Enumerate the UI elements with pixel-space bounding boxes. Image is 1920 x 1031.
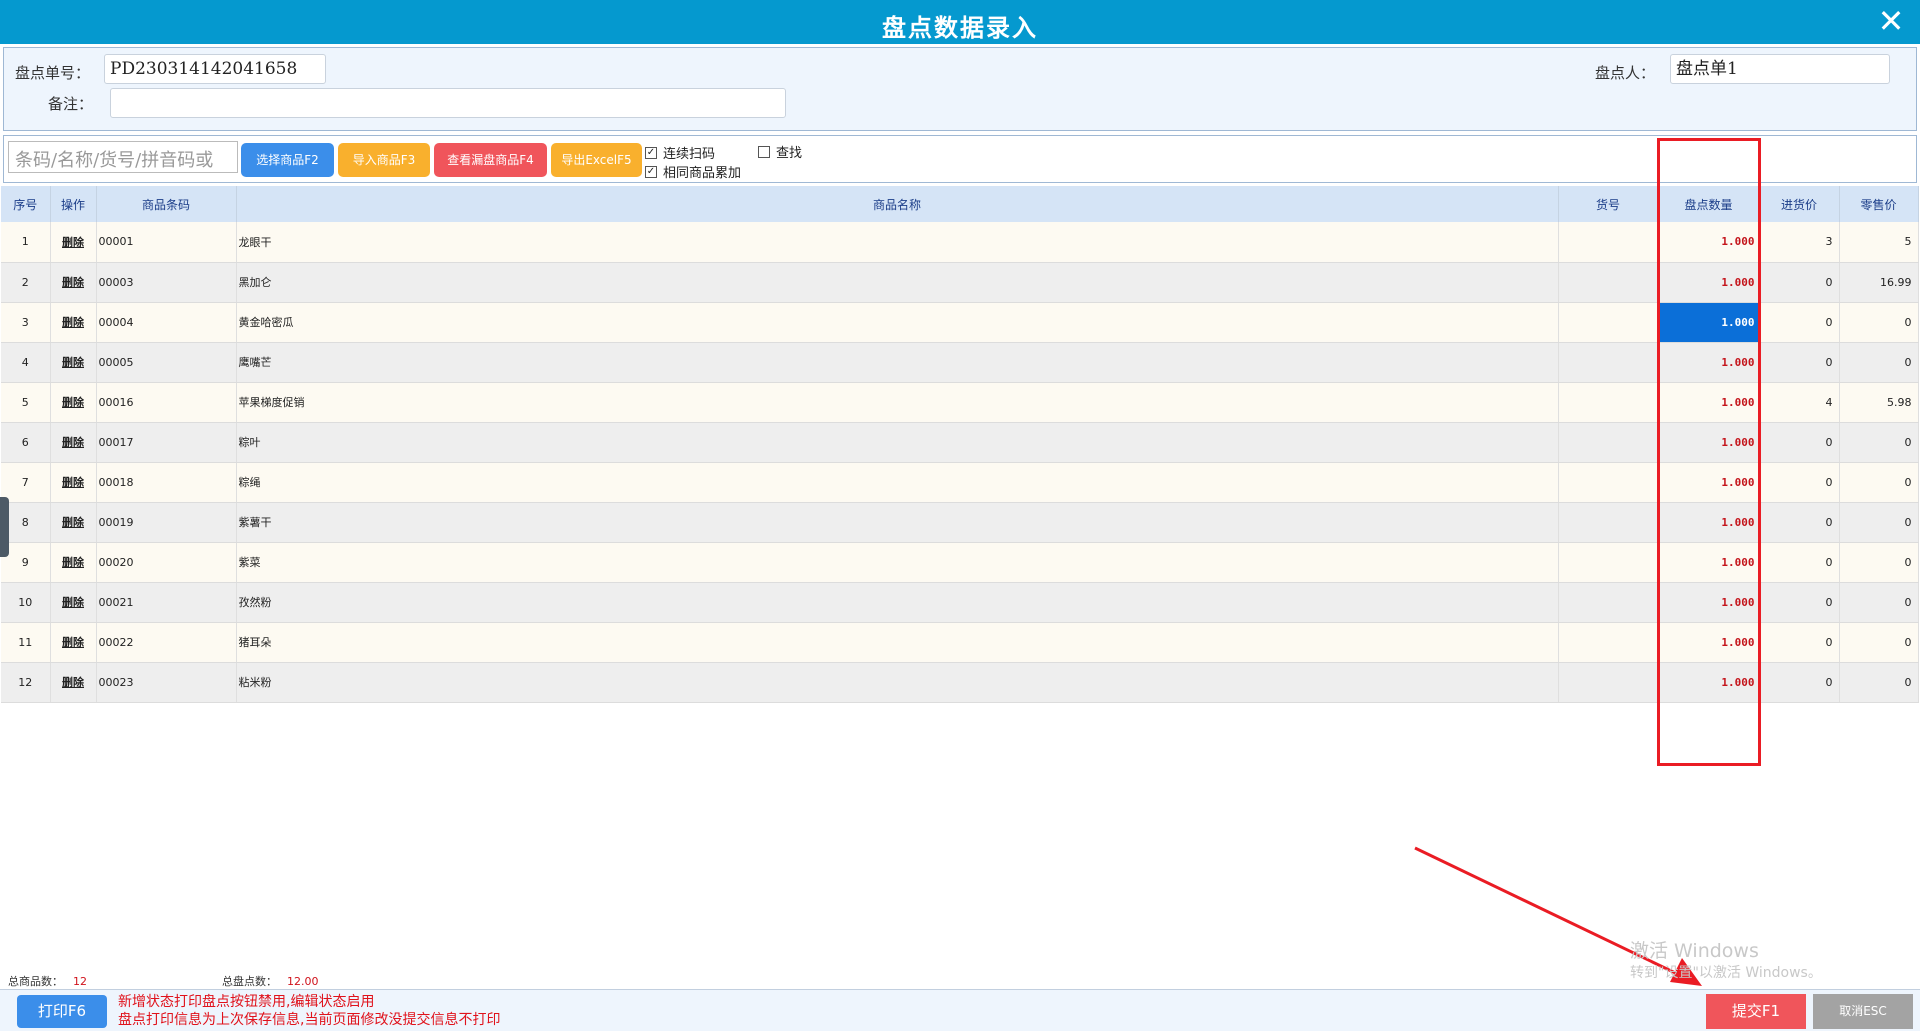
footer-bar: 打印F6 新增状态打印盘点按钮禁用,编辑状态启用 盘点打印信息为上次保存信息,当… [0,989,1920,1031]
annotation-arrow [1414,846,1702,986]
note-line-1: 新增状态打印盘点按钮禁用,编辑状态启用 [118,994,375,1010]
note-line-2: 盘点打印信息为上次保存信息,当前页面修改没提交信息不打印 [118,1012,501,1028]
total-count-value: 12.00 [287,975,319,988]
footer-notes: 新增状态打印盘点按钮禁用,编辑状态启用 盘点打印信息为上次保存信息,当前页面修改… [118,993,500,1029]
watermark-line1: 激活 Windows [1630,940,1759,962]
side-drawer-handle[interactable] [0,497,9,557]
total-items-label: 总商品数： [8,975,63,988]
summary-bar: 总商品数： 12 总盘点数： 12.00 [8,973,319,989]
watermark-line2: 转到"设置"以激活 Windows。 [1630,965,1822,981]
submit-button[interactable]: 提交F1 [1706,994,1806,1029]
print-button[interactable]: 打印F6 [17,995,107,1028]
total-count-label: 总盘点数： [222,975,277,988]
cancel-button[interactable]: 取消ESC [1813,994,1913,1029]
total-items-value: 12 [73,975,87,988]
activation-watermark: 激活 Windows 转到"设置"以激活 Windows。 [1630,940,1822,984]
